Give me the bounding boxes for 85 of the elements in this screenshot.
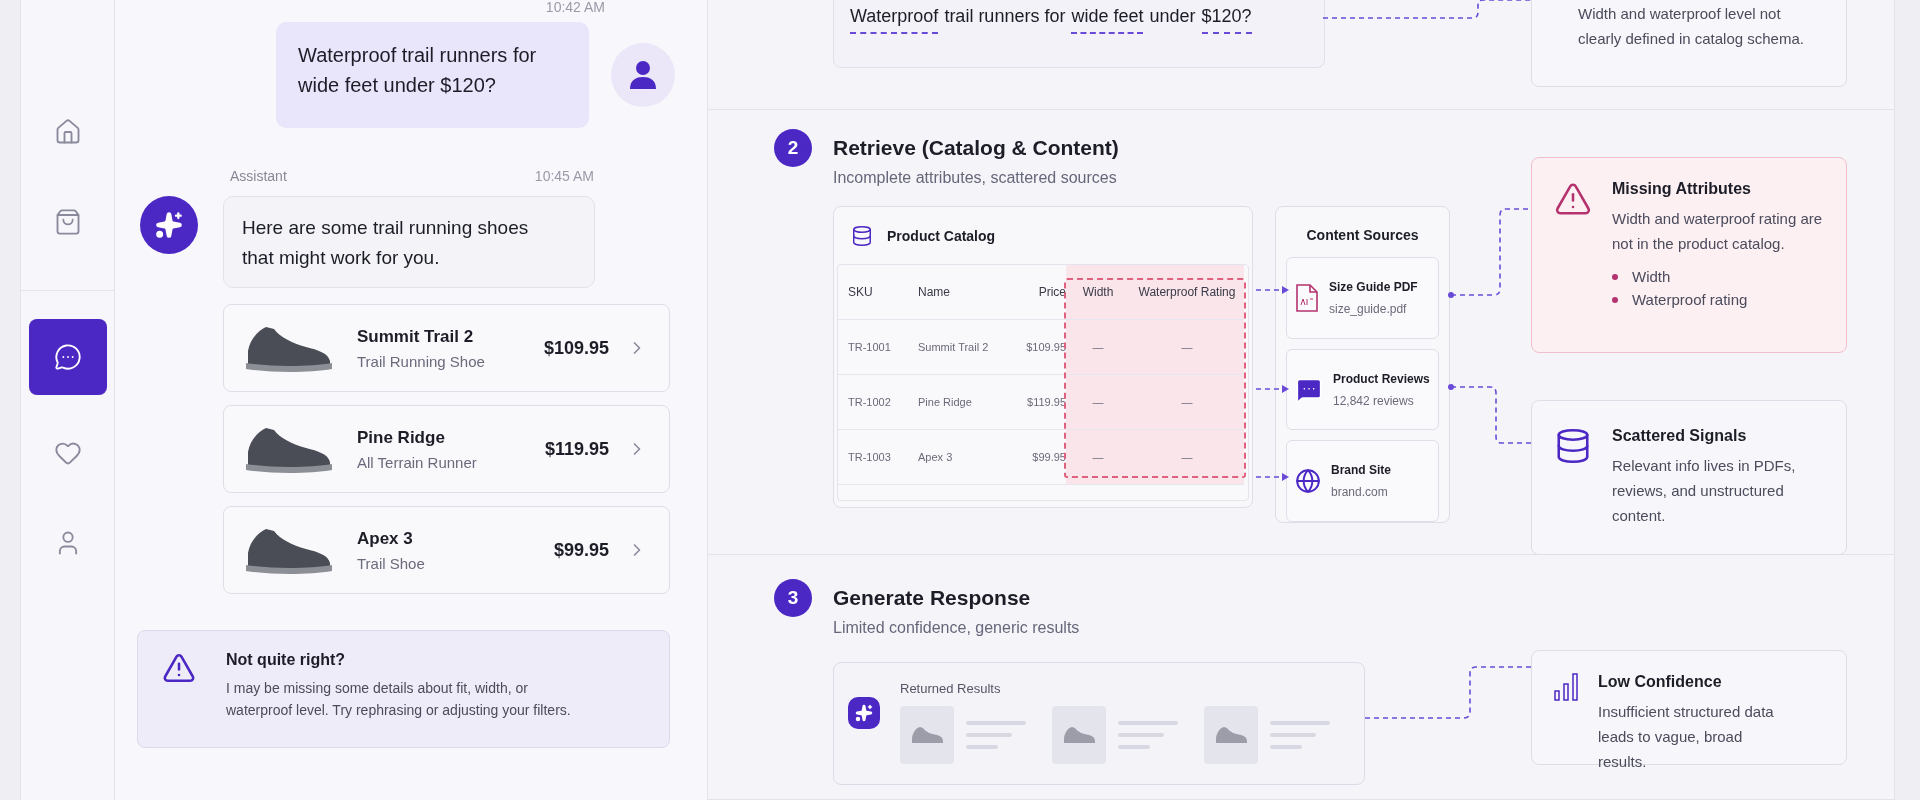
sender-name: Assistant xyxy=(230,168,287,184)
database-icon xyxy=(851,224,873,247)
source-detail: brand.com xyxy=(1331,485,1389,500)
product-card[interactable]: Pine Ridge All Terrain Runner $119.95 xyxy=(223,405,670,493)
source-item[interactable]: Brand Site brand.com xyxy=(1286,440,1439,522)
card-title: Returned Results xyxy=(900,681,1002,696)
table-cell: TR-1003 xyxy=(838,430,918,485)
text-placeholder xyxy=(1118,721,1178,749)
shoe-icon xyxy=(910,726,944,744)
product-type: Trail Running Shoe xyxy=(357,352,486,370)
source-item[interactable]: Product Reviews 12,842 reviews xyxy=(1286,348,1439,431)
bar-chart-icon xyxy=(1554,673,1578,701)
product-price: $109.95 xyxy=(543,337,609,359)
table-cell: TR-1002 xyxy=(838,375,918,430)
source-detail: size_guide.pdf xyxy=(1329,301,1408,316)
shoe-icon xyxy=(1214,726,1248,744)
product-card[interactable]: Apex 3 Trail Shoe $99.95 xyxy=(223,506,670,594)
card-text: Width and waterproof level not clearly defined in catalog schema. xyxy=(1578,4,1805,49)
product-name: Apex 3 xyxy=(357,528,414,549)
user-message: Waterproof trail runners for wide feet under $120? xyxy=(276,22,589,128)
source-name: Product Reviews xyxy=(1333,371,1430,386)
product-card[interactable]: Summit Trail 2 Trail Running Shoe $109.95 xyxy=(223,304,670,392)
dashed-arrow xyxy=(1255,473,1289,481)
warning-icon xyxy=(162,651,196,685)
column-header: Waterproof Rating xyxy=(1130,265,1244,320)
globe-icon xyxy=(1295,468,1321,495)
product-type: Trail Shoe xyxy=(357,554,426,572)
table-cell: Pine Ridge xyxy=(918,375,1008,430)
product-name: Pine Ridge xyxy=(357,427,446,448)
notice-title: Not quite right? xyxy=(226,651,347,669)
step-title: Retrieve (Catalog & Content) xyxy=(833,135,1120,161)
source-name: Size Guide PDF xyxy=(1329,279,1418,294)
bullet-text: Waterproof rating xyxy=(1632,291,1748,308)
column-header: Name xyxy=(918,265,1008,320)
assistant-message: Here are some trail running shoes that might work for you. xyxy=(223,196,595,288)
step-title: Generate Response xyxy=(833,585,1032,611)
bullet-dot-icon xyxy=(1612,296,1618,303)
product-type: All Terrain Runner xyxy=(357,453,478,471)
column-header: SKU xyxy=(838,265,918,320)
message-time: 10:45 AM xyxy=(534,168,594,184)
card-title: Low Confidence xyxy=(1598,673,1723,691)
table-cell: Apex 3 xyxy=(918,430,1008,485)
table-cell: Summit Trail 2 xyxy=(918,320,1008,375)
card-title: Content Sources xyxy=(1305,227,1420,243)
step-number: 3 xyxy=(774,579,812,617)
nav-button[interactable] xyxy=(28,319,107,395)
table-cell: — xyxy=(1130,320,1244,375)
text-placeholder xyxy=(966,721,1026,749)
chat-icon xyxy=(53,343,82,371)
card-title: Missing Attributes xyxy=(1612,180,1752,198)
dashed-arrow xyxy=(1255,385,1289,393)
card-title: Product Catalog xyxy=(887,227,996,244)
card-title: Scattered Signals xyxy=(1612,427,1748,445)
step-subtitle: Limited confidence, generic results xyxy=(833,618,1081,638)
table-cell: — xyxy=(1066,320,1130,375)
person-icon xyxy=(628,59,658,91)
shoe-icon xyxy=(1062,726,1096,744)
table-cell: — xyxy=(1066,375,1130,430)
bullet-dot-icon xyxy=(1612,273,1618,280)
sparkle-icon xyxy=(155,211,183,239)
step-number: 2 xyxy=(774,129,812,167)
message-time: 10:42 AM xyxy=(545,0,605,14)
card-text: Relevant info lives in PDFs, reviews, and unstructured content. xyxy=(1612,456,1797,526)
step-subtitle: Incomplete attributes, scattered sources xyxy=(833,168,1118,188)
table-cell: — xyxy=(1130,375,1244,430)
dashed-arrow xyxy=(1255,286,1289,294)
table-cell: — xyxy=(1066,430,1130,485)
sparkle-icon xyxy=(855,704,873,722)
source-detail: 12,842 reviews xyxy=(1333,393,1415,408)
pdf-file-icon xyxy=(1295,282,1319,313)
table-cell: — xyxy=(1130,430,1244,485)
product-price: $119.95 xyxy=(544,438,609,460)
card-text: Insufficient structured data leads to vague, broad results. xyxy=(1598,702,1775,772)
source-item[interactable]: Size Guide PDF size_guide.pdf xyxy=(1286,257,1439,339)
product-name: Summit Trail 2 xyxy=(357,326,475,347)
query-text: Waterproof trail runners for wide feet under $120? xyxy=(850,3,1308,37)
notice-text: I may be missing some details about fit, width, or waterproof level. Try rephrasing or adjusting your filters. xyxy=(226,679,572,720)
table-cell: TR-1001 xyxy=(838,320,918,375)
source-name: Brand Site xyxy=(1331,463,1391,478)
column-header: Width xyxy=(1066,265,1130,320)
bullet-text: Width xyxy=(1632,268,1671,285)
card-text: Width and waterproof rating are not in the product catalog. xyxy=(1612,209,1824,254)
text-placeholder xyxy=(1270,721,1330,749)
database-icon xyxy=(1554,427,1592,465)
product-price: $99.95 xyxy=(553,539,609,561)
